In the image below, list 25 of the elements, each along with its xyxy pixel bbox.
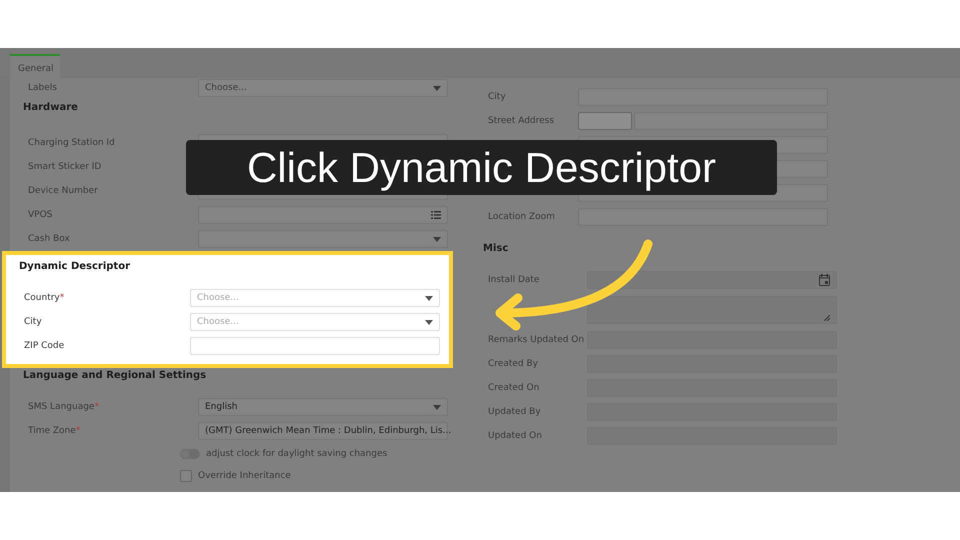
field-label: Remarks Updated On bbox=[487, 335, 586, 345]
field-label: Created On bbox=[487, 383, 540, 393]
field-label: Install Date bbox=[487, 275, 540, 285]
field-label: Time Zone* bbox=[27, 426, 82, 436]
field-label: Smart Sticker ID bbox=[27, 162, 102, 172]
field-label: City bbox=[23, 317, 43, 327]
field-label: Labels bbox=[27, 83, 58, 93]
section-heading: Language and Regional Settings bbox=[22, 370, 208, 381]
field-label: City bbox=[487, 92, 507, 102]
section-heading: Misc bbox=[482, 243, 510, 254]
field-label: VPOS bbox=[27, 210, 54, 220]
section-heading: Dynamic Descriptor bbox=[18, 261, 132, 272]
field-label: Cash Box bbox=[27, 234, 71, 244]
field-label: ZIP Code bbox=[23, 341, 66, 351]
field-label: Updated By bbox=[487, 407, 542, 417]
field-label: Device Number bbox=[27, 186, 99, 196]
field-label: Created By bbox=[487, 359, 539, 369]
field-label: Location Zoom bbox=[487, 212, 556, 222]
instruction-tooltip: Click Dynamic Descriptor bbox=[186, 140, 777, 195]
field-label: Street Address bbox=[487, 116, 556, 126]
field-label: Updated On bbox=[487, 431, 543, 441]
field-label: Charging Station Id bbox=[27, 138, 116, 148]
section-heading: Hardware bbox=[22, 102, 79, 113]
field-label: SMS Language* bbox=[27, 402, 100, 412]
field-label: Country* bbox=[23, 293, 66, 303]
